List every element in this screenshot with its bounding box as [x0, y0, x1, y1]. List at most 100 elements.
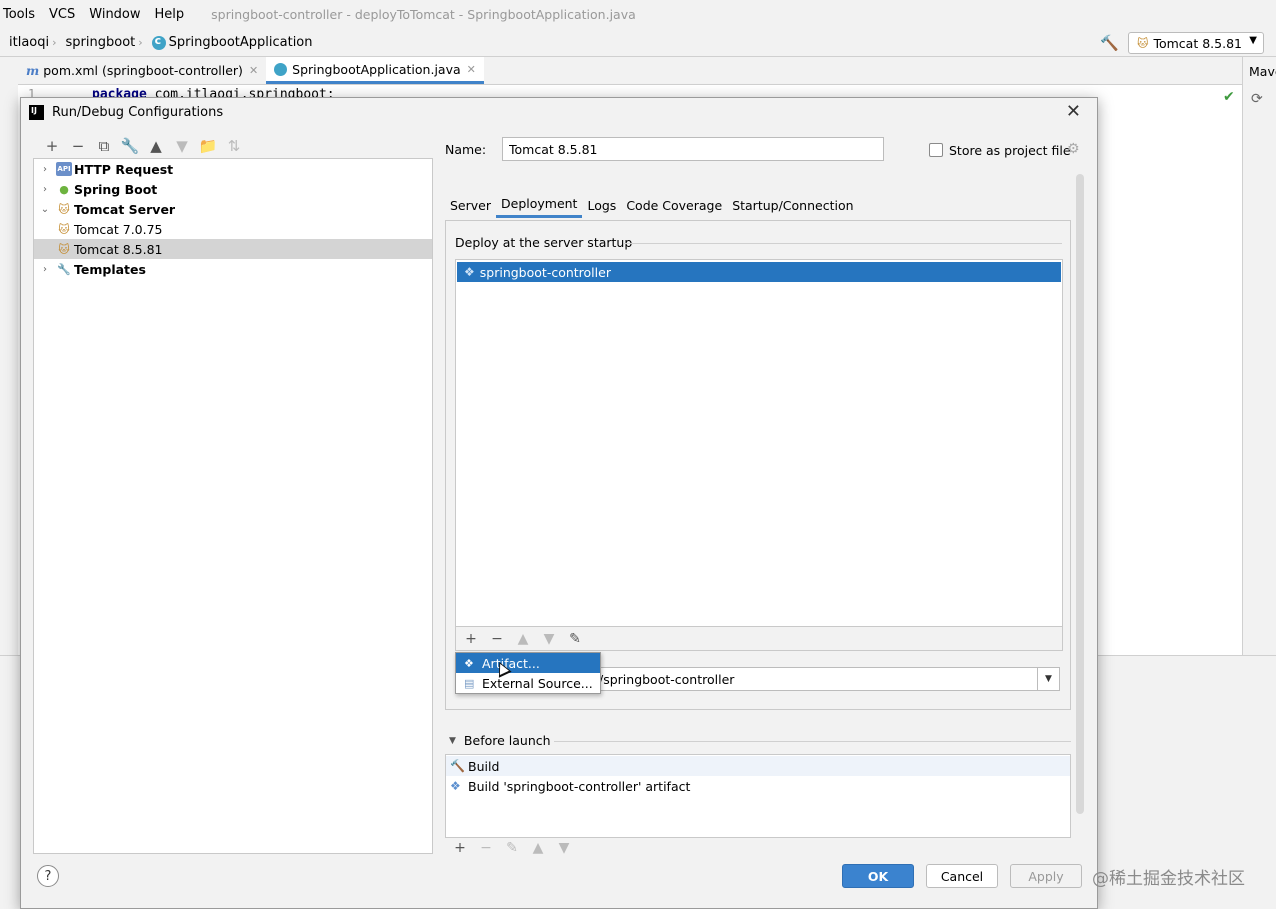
copy-icon[interactable]: ⧉ — [91, 136, 117, 156]
close-icon[interactable]: ✕ — [467, 63, 476, 76]
list-item[interactable]: ❖ Build 'springboot-controller' artifact — [446, 776, 1070, 796]
config-tree: › API HTTP Request › ● Spring Boot ⌄ 🐱 T… — [33, 158, 433, 854]
close-icon[interactable]: ✕ — [1066, 101, 1081, 122]
wrench-icon: 🔧 — [57, 262, 71, 276]
move-down-icon[interactable]: ▼ — [536, 629, 562, 649]
check-icon: ✔ — [1223, 89, 1235, 105]
tree-item-tomcat-server[interactable]: ⌄ 🐱 Tomcat Server — [34, 199, 432, 219]
popup-item-external-source[interactable]: ▤ External Source... — [456, 673, 600, 693]
wrench-icon[interactable]: 🔧 — [117, 136, 143, 156]
remove-icon[interactable]: − — [484, 629, 510, 649]
breadcrumb-item[interactable]: SpringbootApplication — [143, 34, 316, 50]
list-item[interactable]: 🔨 Build — [446, 756, 1070, 776]
chevron-down-icon[interactable]: ⌄ — [34, 204, 56, 215]
menu-help[interactable]: Help — [148, 7, 192, 22]
application-context-select[interactable]: /springboot-controller ▼ — [596, 667, 1060, 691]
store-as-project-checkbox[interactable] — [929, 143, 943, 157]
config-toolbar: + − ⧉ 🔧 ▲ ▼ 📁 ⇅ — [39, 136, 247, 156]
name-field[interactable] — [502, 137, 884, 161]
edit-icon[interactable]: ✎ — [562, 629, 588, 649]
deploy-list[interactable]: ❖ springboot-controller — [455, 259, 1063, 627]
list-item[interactable]: ❖ springboot-controller — [457, 262, 1061, 282]
list-item-label: Build 'springboot-controller' artifact — [468, 778, 691, 794]
move-up-icon[interactable]: ▲ — [510, 629, 536, 649]
remove-icon[interactable]: − — [473, 838, 499, 858]
refresh-icon[interactable]: ⟳ — [1251, 91, 1263, 107]
folder-add-icon[interactable]: 📁 — [195, 136, 221, 156]
tree-label: Spring Boot — [74, 181, 158, 197]
tab-logs[interactable]: Logs — [582, 192, 621, 218]
tree-label: HTTP Request — [74, 161, 174, 177]
tree-item-tomcat-8[interactable]: 🐱 Tomcat 8.5.81 — [34, 239, 432, 259]
popup-item-artifact[interactable]: ❖ Artifact... — [456, 653, 600, 673]
document-icon: ▤ — [464, 676, 475, 690]
divider — [554, 741, 1071, 742]
tab-code-coverage[interactable]: Code Coverage — [621, 192, 727, 218]
hammer-icon: 🔨 — [450, 759, 465, 773]
menu-vcs[interactable]: VCS — [42, 7, 82, 22]
chevron-down-icon: ▼ — [449, 735, 456, 746]
tab-springboot-application[interactable]: SpringbootApplication.java ✕ — [266, 57, 484, 84]
add-icon[interactable]: + — [458, 629, 484, 649]
breadcrumb-label: SpringbootApplication — [168, 35, 313, 50]
tab-server[interactable]: Server — [445, 192, 496, 218]
chevron-right-icon[interactable]: › — [34, 184, 56, 195]
chevron-right-icon[interactable]: › — [34, 164, 56, 175]
scrollbar[interactable] — [1076, 174, 1084, 814]
application-context-value: /springboot-controller — [599, 671, 735, 687]
name-label: Name: — [445, 142, 487, 157]
before-launch-list[interactable]: 🔨 Build ❖ Build 'springboot-controller' … — [445, 754, 1071, 838]
remove-icon[interactable]: − — [65, 136, 91, 156]
move-up-icon[interactable]: ▲ — [143, 136, 169, 156]
deploy-toolbar: + − ▲ ▼ ✎ — [455, 627, 1063, 651]
tree-item-http-request[interactable]: › API HTTP Request — [34, 159, 432, 179]
move-down-icon[interactable]: ▼ — [551, 838, 577, 858]
chevron-down-icon[interactable]: ▼ — [1037, 668, 1059, 690]
intellij-icon — [29, 104, 44, 120]
help-button[interactable]: ? — [37, 865, 59, 887]
add-icon[interactable]: + — [447, 838, 473, 858]
config-tabs: Server Deployment Logs Code Coverage Sta… — [445, 192, 859, 218]
editor-tab-bar: m pom.xml (springboot-controller) ✕ Spri… — [18, 57, 1242, 85]
breadcrumb-item[interactable]: itlaoqi — [0, 35, 52, 50]
tree-item-templates[interactable]: › 🔧 Templates — [34, 259, 432, 279]
edit-icon[interactable]: ✎ — [499, 838, 525, 858]
tomcat-icon: 🐱 — [58, 202, 70, 216]
tab-startup-connection[interactable]: Startup/Connection — [727, 192, 858, 218]
watermark: @稀土掘金技术社区 — [1092, 869, 1245, 889]
divider — [624, 243, 1062, 244]
apply-button[interactable]: Apply — [1010, 864, 1082, 888]
sort-icon[interactable]: ⇅ — [221, 136, 247, 156]
dialog-title-bar: Run/Debug Configurations — [21, 98, 1097, 126]
breadcrumb-item[interactable]: springboot — [57, 35, 139, 50]
tab-pom-xml[interactable]: m pom.xml (springboot-controller) ✕ — [18, 57, 266, 84]
list-item-label: springboot-controller — [479, 264, 611, 280]
chevron-right-icon[interactable]: › — [34, 264, 56, 275]
tab-deployment[interactable]: Deployment — [496, 192, 583, 218]
cancel-button[interactable]: Cancel — [926, 864, 998, 888]
list-item-label: Build — [468, 758, 500, 774]
close-icon[interactable]: ✕ — [249, 64, 258, 77]
ok-button[interactable]: OK — [842, 864, 914, 888]
add-icon[interactable]: + — [39, 136, 65, 156]
menu-tools[interactable]: Tools — [0, 7, 42, 22]
move-down-icon[interactable]: ▼ — [169, 136, 195, 156]
move-up-icon[interactable]: ▲ — [525, 838, 551, 858]
run-config-selector[interactable]: 🐱 Tomcat 8.5.81 ▼ — [1128, 32, 1264, 54]
menu-window[interactable]: Window — [82, 7, 147, 22]
tree-item-tomcat-7[interactable]: 🐱 Tomcat 7.0.75 — [34, 219, 432, 239]
run-debug-dialog: Run/Debug Configurations ✕ + − ⧉ 🔧 ▲ ▼ 📁… — [20, 97, 1098, 909]
gear-icon[interactable]: ⚙ — [1067, 141, 1080, 157]
tree-label: Tomcat 7.0.75 — [74, 221, 163, 237]
maven-panel: Mave ⟳ — [1242, 57, 1276, 655]
dialog-title: Run/Debug Configurations — [52, 104, 224, 120]
tree-item-spring-boot[interactable]: › ● Spring Boot — [34, 179, 432, 199]
store-as-project-label[interactable]: Store as project file — [949, 143, 1071, 158]
chevron-down-icon: ▼ — [1249, 35, 1257, 46]
hammer-icon[interactable]: 🔨 — [1100, 34, 1119, 52]
add-deploy-popup: ❖ Artifact... ▤ External Source... — [455, 652, 601, 694]
before-launch-header[interactable]: ▼ Before launch — [449, 733, 551, 748]
maven-label[interactable]: Mave — [1249, 64, 1276, 79]
artifact-icon: ❖ — [464, 656, 474, 670]
tree-label: Tomcat 8.5.81 — [74, 241, 163, 257]
